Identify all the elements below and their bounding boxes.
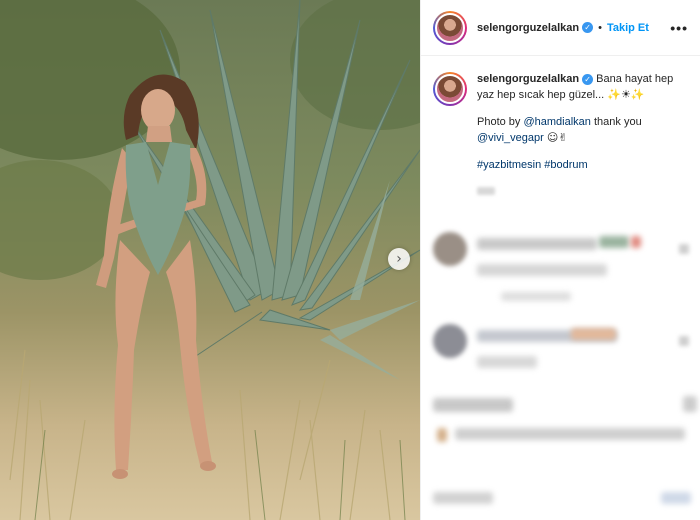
blurred-text [477, 356, 537, 368]
sparkles-sun-emoji-icon: ✨☀✨ [607, 88, 645, 101]
post-photo[interactable]: › [0, 0, 420, 520]
post-header: selengorguzelalkan ✓ • Takip Et ••• [421, 0, 700, 56]
caption-text: yaz hep sıcak hep güzel... [477, 89, 605, 101]
dot-separator: • [598, 21, 602, 34]
mention-link[interactable]: @hamdialkan [523, 116, 590, 128]
blurred-text [455, 428, 685, 440]
blurred-icon [683, 396, 697, 412]
comment-blurred [421, 392, 700, 462]
comment-avatar-blurred [433, 324, 467, 358]
like-icon [679, 244, 689, 254]
blurred-emoji [571, 328, 616, 340]
thanks-text: thank you [593, 116, 642, 128]
caption-avatar[interactable] [433, 72, 467, 106]
comment-blurred [421, 230, 700, 310]
blurred-emoji [599, 236, 629, 248]
caption-username[interactable]: selengorguzelalkan [477, 73, 579, 85]
hashtag-link[interactable]: #yazbitmesin [477, 159, 541, 171]
blurred-text [433, 398, 513, 412]
like-icon [679, 336, 689, 346]
blurred-emoji [437, 428, 447, 442]
blurred-text [433, 492, 493, 504]
photo-credit-text: Photo by [477, 116, 521, 128]
post-username[interactable]: selengorguzelalkan [477, 22, 579, 34]
caption-body: selengorguzelalkan ✓ Bana hayat hep yaz h… [477, 72, 688, 173]
comment-blurred [421, 324, 700, 374]
comment-avatar-blurred [433, 232, 467, 266]
verified-badge-icon: ✓ [582, 22, 594, 33]
avatar[interactable] [433, 10, 467, 45]
blurred-text [501, 292, 571, 301]
next-photo-button[interactable]: › [388, 248, 410, 270]
blurred-text [477, 264, 607, 276]
caption-text: Bana hayat hep [596, 73, 674, 85]
hashtag-link[interactable]: #bodrum [544, 159, 587, 171]
smile-hand-emoji-icon: ☺✌ [546, 131, 568, 144]
post-side-panel: selengorguzelalkan ✓ • Takip Et ••• sele… [420, 0, 700, 520]
blurred-emoji [631, 236, 641, 248]
more-options-icon[interactable]: ••• [670, 20, 688, 36]
blurred-text [477, 238, 597, 250]
post-caption: selengorguzelalkan ✓ Bana hayat hep yaz h… [421, 56, 700, 173]
mention-link[interactable]: @vivi_vegapr [477, 132, 544, 144]
follow-button[interactable]: Takip Et [607, 22, 649, 34]
verified-badge-icon: ✓ [582, 73, 594, 85]
blurred-button [661, 492, 691, 504]
comment-input-blurred [421, 480, 700, 520]
caption-time-blurred [477, 187, 495, 195]
chevron-right-icon: › [396, 251, 402, 267]
photo-scene [0, 0, 420, 520]
